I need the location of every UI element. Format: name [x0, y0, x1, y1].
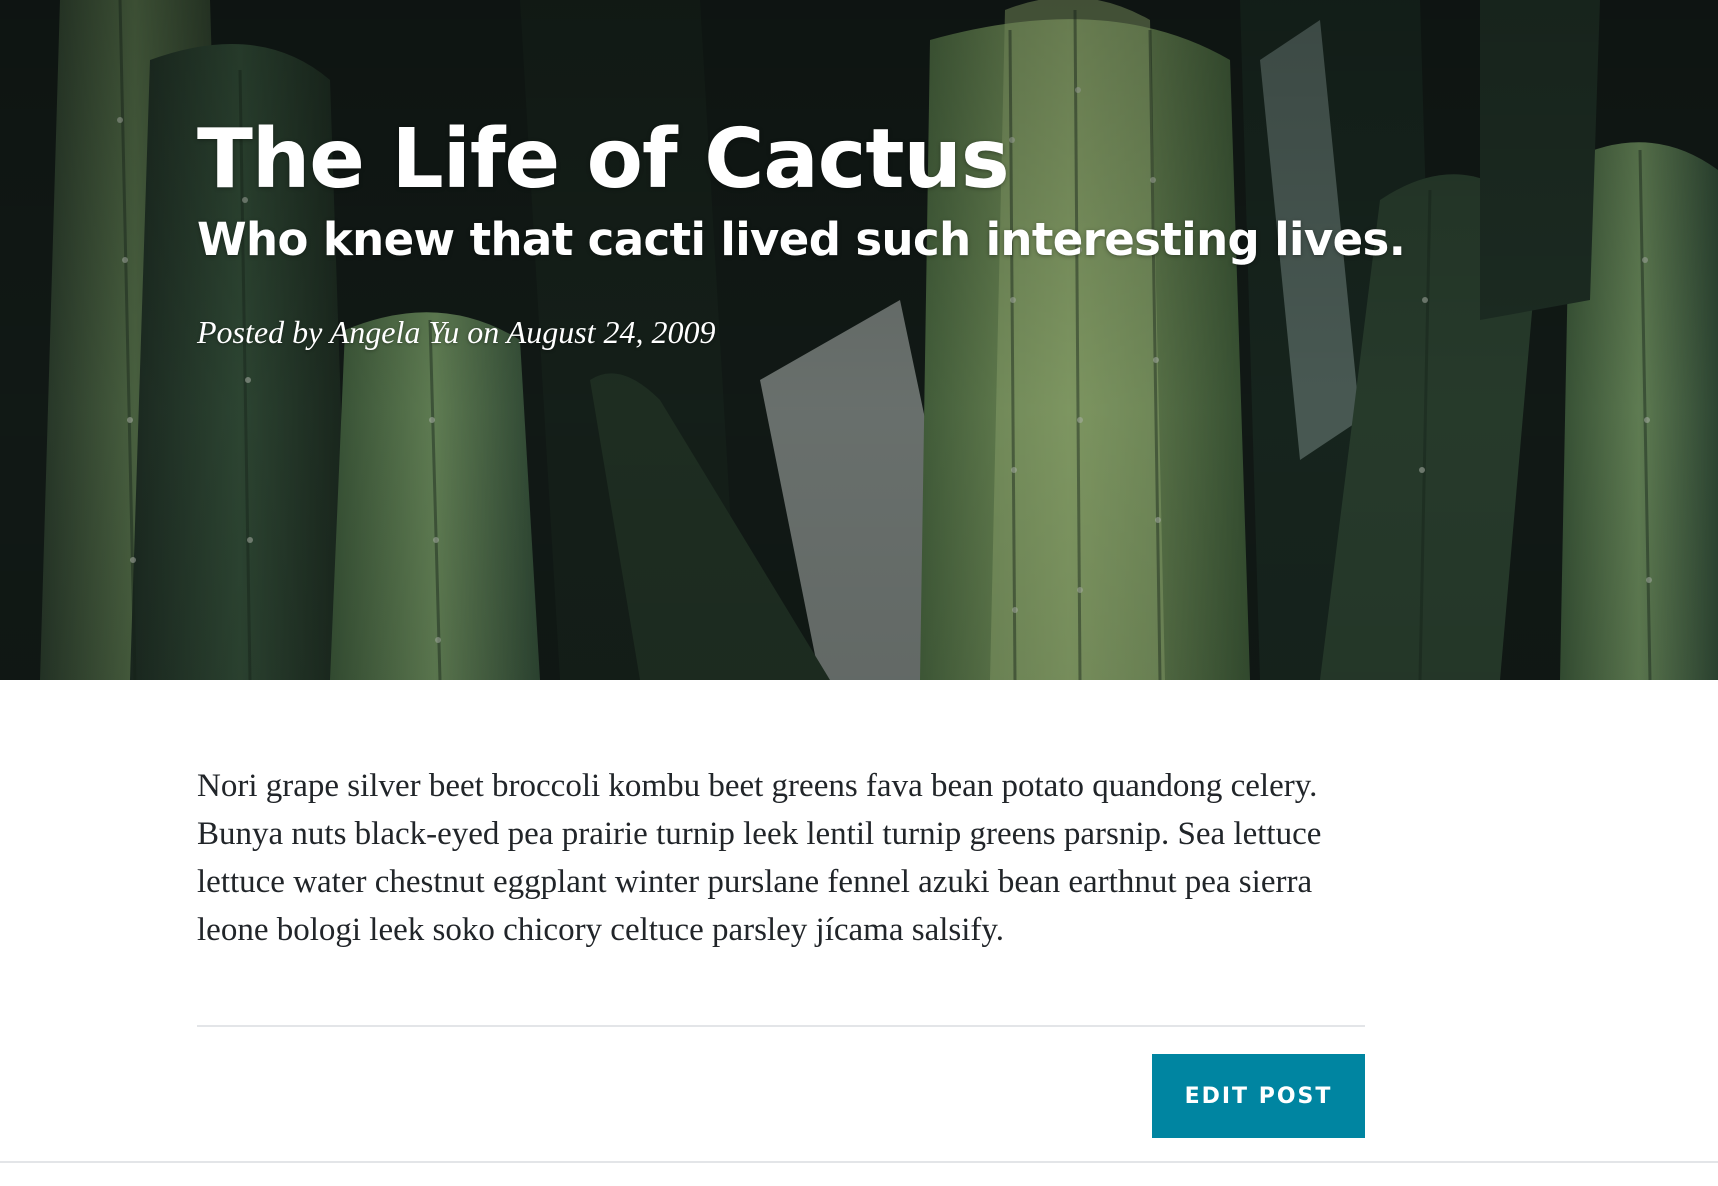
masthead: The Life of Cactus Who knew that cacti l… — [0, 0, 1718, 680]
post-heading: The Life of Cactus Who knew that cacti l… — [197, 108, 1497, 352]
content-divider — [197, 1025, 1365, 1027]
post-content: Nori grape silver beet broccoli kombu be… — [197, 762, 1365, 954]
post-body: Nori grape silver beet broccoli kombu be… — [197, 768, 1322, 948]
post-subtitle: Who knew that cacti lived such interesti… — [197, 213, 1406, 266]
footer-divider — [0, 1161, 1718, 1163]
post-meta: Posted by Angela Yu on August 24, 2009 — [197, 314, 716, 350]
edit-post-button[interactable]: EDIT POST — [1152, 1054, 1365, 1138]
post-title: The Life of Cactus — [197, 112, 1010, 207]
